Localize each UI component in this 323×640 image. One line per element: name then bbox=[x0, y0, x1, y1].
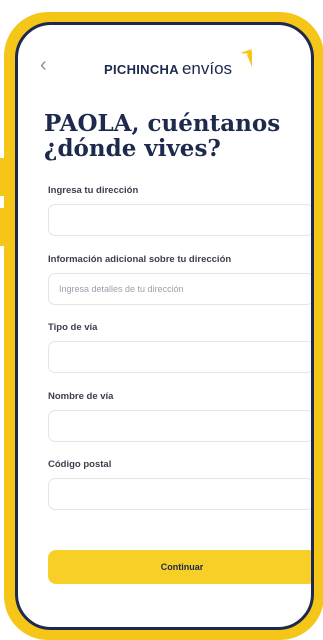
road-name-label: Nombre de vía bbox=[48, 391, 114, 402]
postal-code-input[interactable] bbox=[48, 478, 311, 510]
extra-info-label: Información adicional sobre tu dirección bbox=[48, 254, 232, 265]
brand-arrow-icon bbox=[240, 49, 252, 67]
brand-logo: PICHINCHA envíos bbox=[104, 59, 232, 79]
app-header: ‹ PICHINCHA envíos bbox=[18, 25, 311, 85]
volume-up-button bbox=[0, 158, 8, 196]
road-type-label: Tipo de vía bbox=[48, 322, 98, 333]
extra-info-input[interactable] bbox=[48, 273, 311, 305]
brand-product: envíos bbox=[181, 59, 233, 78]
address-input[interactable] bbox=[48, 204, 311, 236]
app-screen: ‹ PICHINCHA envíos PAOLA, cuéntanos ¿dón… bbox=[15, 22, 314, 630]
continue-button[interactable]: Continuar bbox=[48, 550, 311, 584]
page-title-line-1: PAOLA, cuéntanos bbox=[44, 110, 281, 137]
page-title-line-2: ¿dónde vives? bbox=[44, 135, 221, 162]
volume-down-button bbox=[0, 208, 8, 246]
phone-frame: ‹ PICHINCHA envíos PAOLA, cuéntanos ¿dón… bbox=[4, 12, 323, 640]
address-label: Ingresa tu dirección bbox=[48, 185, 139, 196]
page-title: PAOLA, cuéntanos ¿dónde vives? bbox=[44, 111, 280, 161]
postal-code-label: Código postal bbox=[48, 459, 112, 470]
road-type-input[interactable] bbox=[48, 341, 311, 373]
chevron-left-icon[interactable]: ‹ bbox=[40, 55, 47, 75]
brand-name: PICHINCHA bbox=[104, 62, 179, 77]
road-name-input[interactable] bbox=[48, 410, 311, 442]
